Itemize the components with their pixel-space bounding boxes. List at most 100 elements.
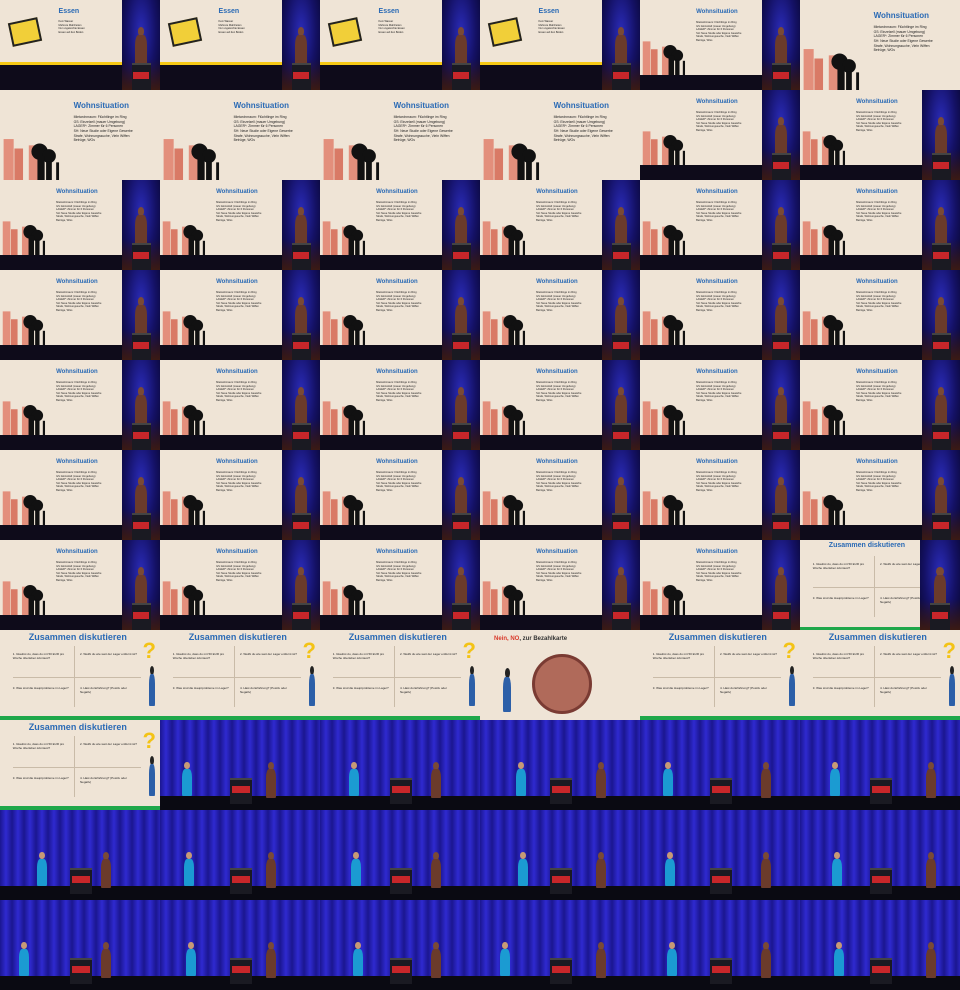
city-silhouette-illustration [162, 490, 206, 525]
speaker [134, 477, 148, 518]
podium [931, 333, 951, 360]
bullet-item: Strafe, Wohnungssuche, Vieln Wiffen [536, 575, 579, 578]
slide-title: Wohnsituation [56, 279, 98, 285]
question-text: 3. Was sind die Hauptprobleme im Lager? [812, 685, 869, 690]
video-frame-thumbnail: Wohnsituation Mietwohnraum: Flüchtlinge i… [320, 270, 480, 360]
video-frame-thumbnail: Wohnsituation Mietwohnraum: Flüchtlinge i… [800, 0, 960, 90]
podium [710, 958, 732, 984]
speaker-camera [282, 450, 320, 540]
slide-zusammen-diskutieren: Zusammen diskutieren 1. Glaubst du, dass … [320, 630, 480, 720]
city-silhouette-illustration [482, 310, 526, 345]
podium [931, 153, 951, 180]
speaker [134, 27, 148, 68]
video-frame-thumbnail: Zusammen diskutieren 1. Glaubst du, dass … [800, 630, 960, 720]
video-frame-thumbnail: Wohnsituation Mietwohnraum: Flüchtlinge i… [480, 450, 640, 540]
video-frame-thumbnail: Zusammen diskutieren 1. Glaubst du, dass … [320, 630, 480, 720]
city-silhouette-illustration [642, 130, 686, 165]
speaker-camera [282, 180, 320, 270]
bullet-item: Betrüge, WGs [856, 218, 873, 222]
city-silhouette-illustration [322, 400, 366, 435]
speaker [934, 297, 948, 338]
bullet-item: SH: Neue Studie oder Eigene Gewerbe [553, 128, 613, 133]
podium [611, 513, 631, 540]
bullet-item: Mietwohnraum: Flüchtlinge im Ring [216, 291, 257, 294]
speaker-blue-shirt [348, 762, 360, 796]
question-text: 4. Hast du Erfahrung? (Positiv oder Nega… [240, 685, 287, 694]
podium-logo [933, 251, 949, 260]
question-text: 3. Was sind die Hauptprobleme im Lager? [12, 685, 69, 690]
stage-floor [320, 435, 442, 450]
bullet-item: Mietwohnraum: Flüchtlinge im Ring [376, 561, 417, 564]
bullet-item: Strafe, Wohnungssuche, Vieln Wiffen [376, 215, 419, 218]
standing-figure-illustration [308, 666, 316, 707]
bullet-item: Betrüge, WGs [856, 398, 873, 402]
podium [131, 603, 151, 630]
speaker-blue-shirt [515, 762, 527, 796]
slide-bullets: Mietwohnraum: Flüchtlinge im Ring GS: Ein… [74, 115, 133, 143]
question-text: 4. Hast du Erfahrung? (Positiv oder Nega… [720, 685, 767, 694]
speaker-body [430, 859, 442, 888]
video-frame-thumbnail: Zusammen diskutieren 1. Glaubst du, dass … [0, 720, 160, 810]
card-collage-illustration [532, 654, 592, 714]
bullet-item: Betrüge, WGs [216, 488, 233, 492]
video-frame-thumbnail: Wohnsituation Mietwohnraum: Flüchtlinge i… [800, 360, 960, 450]
city-silhouette-illustration [482, 580, 526, 615]
speaker-blue-shirt [517, 852, 529, 886]
city-silhouette-illustration [642, 580, 686, 615]
slide-bullets: Mietwohnraum: Flüchtlinge im Ring GS: Ein… [234, 115, 293, 143]
question-mark-illustration: ? [462, 638, 476, 663]
bullet-item: Betrüge, WGs [73, 138, 95, 143]
slide-wohnsituation: Wohnsituation Mietwohnraum: Flüchtlinge i… [800, 180, 922, 255]
speaker-blue-shirt [185, 942, 197, 976]
slide-bullets: Mietwohnraum: Flüchtlinge im Ring GS: Ein… [216, 471, 261, 492]
question-text: 2. Weißt du wie weit der Lager entfernt … [400, 651, 457, 656]
stage-floor [480, 345, 602, 360]
bullet-item: Strafe, Wohnungssuche, Vieln Wiffen [536, 305, 579, 308]
speaker-body [499, 948, 511, 976]
bullet-item: Betrüge, WGs [376, 398, 393, 402]
speaker-brown-dress [100, 852, 112, 888]
slide-title: Wohnsituation [233, 100, 289, 110]
podium-logo [551, 786, 571, 793]
slide-title: Wohnsituation [393, 100, 449, 110]
slide-bullets: Mietwohnraum: Flüchtlinge im Ring GS: Ein… [696, 381, 741, 402]
video-frame-thumbnail: Wohnsituation Mietwohnraum: Flüchtlinge i… [480, 270, 640, 360]
podium [611, 603, 631, 630]
bullet-item: Mietwohnraum: Flüchtlinge im Ring [56, 471, 97, 474]
speaker [294, 27, 308, 68]
city-silhouette-illustration [322, 490, 366, 525]
speaker-camera [762, 90, 800, 180]
question-mark-illustration: ? [142, 728, 156, 753]
video-frame-thumbnail: Wohnsituation Mietwohnraum: Flüchtlinge i… [160, 270, 320, 360]
podium-logo [293, 431, 309, 440]
video-frame-thumbnail [800, 720, 960, 810]
bullet-item: Mietwohnraum: Flüchtlinge im Ring [56, 561, 97, 564]
bullet-item: Strafe, Wohnungssuche, Vieln Wiffen [856, 485, 899, 488]
slide-bullets: Mietwohnraum: Flüchtlinge im Ring GS: Ein… [536, 471, 581, 492]
bullet-item: Essen auf den Boden [378, 30, 404, 34]
speaker-body [185, 948, 197, 976]
stage-floor [0, 435, 122, 450]
stage-floor [800, 165, 922, 180]
stage-floor [800, 525, 922, 540]
city-silhouette-illustration [2, 220, 46, 255]
slide-wohnsituation: Wohnsituation Mietwohnraum: Flüchtlinge i… [160, 90, 320, 180]
bullet-item: Betrüge, WGs [56, 398, 73, 402]
speaker-camera [922, 90, 960, 180]
speaker-camera [602, 360, 640, 450]
speaker-camera [602, 270, 640, 360]
stage-floor [640, 435, 762, 450]
slide-bullets: Mietwohnraum: Flüchtlinge im Ring GS: Ein… [536, 201, 581, 222]
speaker [774, 27, 788, 68]
speaker-body [760, 949, 772, 978]
bullet-item: Strafe, Wohnungssuche, Vieln Wiffen [376, 395, 419, 398]
video-frame-thumbnail [0, 900, 160, 990]
stage-floor [0, 615, 122, 630]
slide-bullets: Mietwohnraum: Flüchtlinge im Ring GS: Ein… [536, 291, 581, 312]
bullet-item: Mietwohnraum: Flüchtlinge im Ring [536, 471, 577, 474]
video-frame-thumbnail: Zusammen diskutieren 1. Glaubst du, dass … [0, 630, 160, 720]
slide-bullets: Mietwohnraum: Flüchtlinge im Ring GS: Ein… [56, 561, 101, 582]
podium-logo [613, 611, 629, 620]
bullet-item: Betrüge, WGs [376, 488, 393, 492]
city-silhouette-illustration [162, 310, 206, 345]
